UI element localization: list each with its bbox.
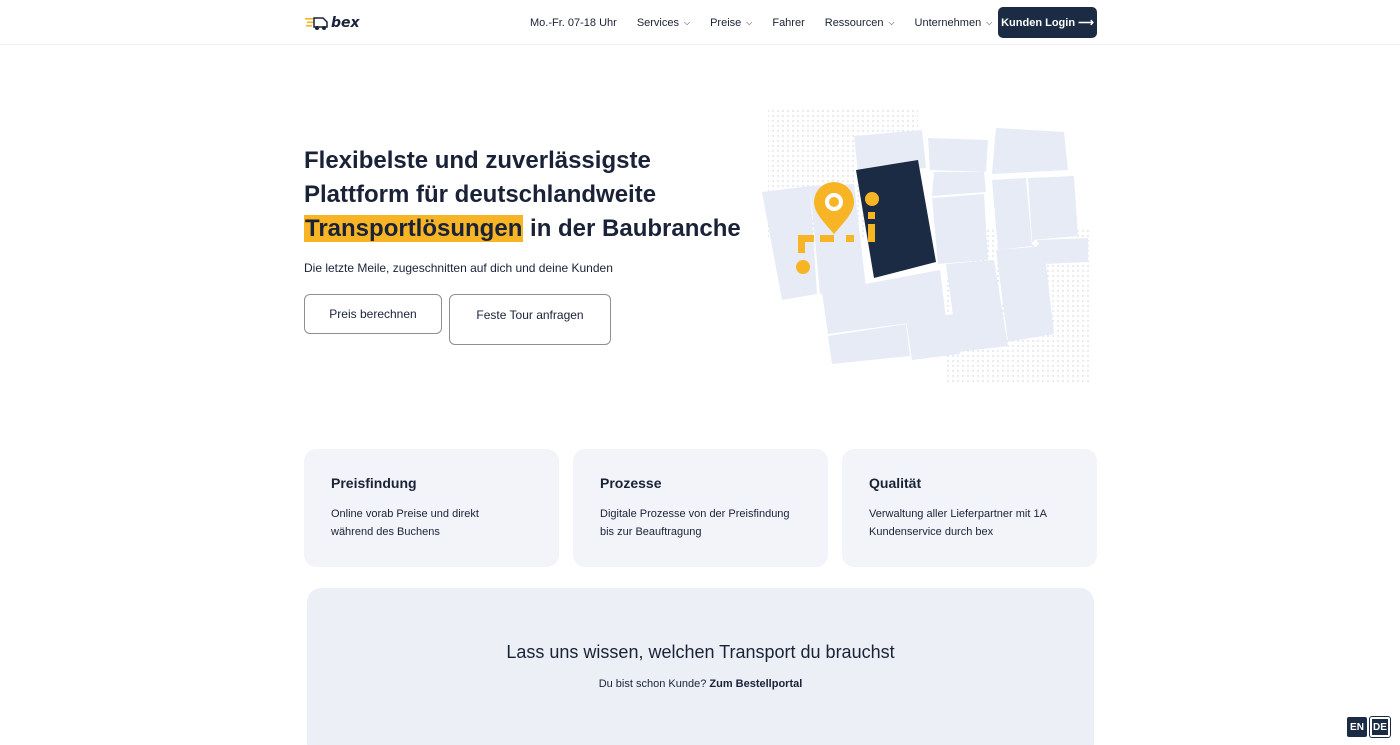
nav-unternehmen-label: Unternehmen [914,16,982,29]
main-nav: Mo.-Fr. 07-18 Uhr Services ⌵ Preise ⌵ Fa… [530,0,1012,45]
language-de-button[interactable]: DE [1369,716,1391,738]
request-tour-button[interactable]: Feste Tour anfragen [449,294,611,345]
language-en-button[interactable]: EN [1347,717,1367,737]
logo[interactable]: bex [305,13,365,33]
nav-ressourcen-label: Ressourcen [824,16,884,29]
nav-services-label: Services [636,16,679,29]
order-portal-link[interactable]: Zum Bestellportal [709,678,802,690]
nav-fahrer-label: Fahrer [772,16,805,29]
nav-services[interactable]: Services ⌵ [637,17,690,29]
feature-text: Verwaltung aller Lieferpartner mit 1A Ku… [869,508,1047,538]
hero-title: Flexibelste und zuverlässigste Plattform… [304,144,764,246]
chevron-down-icon: ⌵ [684,17,691,27]
transport-request-section: Lass uns wissen, welchen Transport du br… [307,588,1094,745]
hero-title-highlight: Transportlösungen [304,215,524,242]
feature-text: Online vorab Preise und direkt während d… [331,508,479,538]
cta-subtitle: Du bist schon Kunde? Zum Bestellportal [307,678,1094,690]
feature-card-preisfindung: Preisfindung Online vorab Preise und dir… [304,449,559,567]
chevron-down-icon: ⌵ [746,17,753,27]
nav-unternehmen[interactable]: Unternehmen ⌵ [915,17,993,29]
hero-title-line2: Plattform für deutschlandweite [304,181,657,208]
feature-text: Digitale Prozesse von der Preisfindung b… [600,508,790,538]
chevron-down-icon: ⌵ [888,17,895,27]
nav-preise[interactable]: Preise ⌵ [710,17,752,29]
cta-question: Du bist schon Kunde? [598,678,707,690]
cta-title: Lass uns wissen, welchen Transport du br… [506,642,895,662]
logo-text: bex [331,15,360,31]
nav-preise-label: Preise [710,16,742,29]
customer-login-button[interactable]: Kunden Login ⟶ [998,7,1097,38]
hero-title-line1: Flexibelste und zuverlässigste [304,147,651,174]
opening-hours: Mo.-Fr. 07-18 Uhr [530,16,617,29]
map-illustration [762,110,1090,382]
feature-title: Qualität [869,475,922,491]
feature-title: Prozesse [600,475,662,491]
hero-title-rest: in der Baubranche [523,215,741,242]
truck-logo-icon [305,17,328,30]
site-header: bex Mo.-Fr. 07-18 Uhr Services ⌵ Preise … [0,0,1400,45]
nav-fahrer[interactable]: Fahrer [772,17,804,29]
nav-ressourcen[interactable]: Ressourcen ⌵ [825,17,895,29]
feature-card-qualitaet: Qualität Verwaltung aller Lieferpartner … [842,449,1097,567]
feature-title: Preisfindung [331,475,417,491]
chevron-down-icon: ⌵ [986,17,993,27]
feature-card-prozesse: Prozesse Digitale Prozesse von der Preis… [573,449,828,567]
calculate-price-button[interactable]: Preis berechnen [304,294,442,334]
hero-subtitle: Die letzte Meile, zugeschnitten auf dich… [304,261,613,275]
